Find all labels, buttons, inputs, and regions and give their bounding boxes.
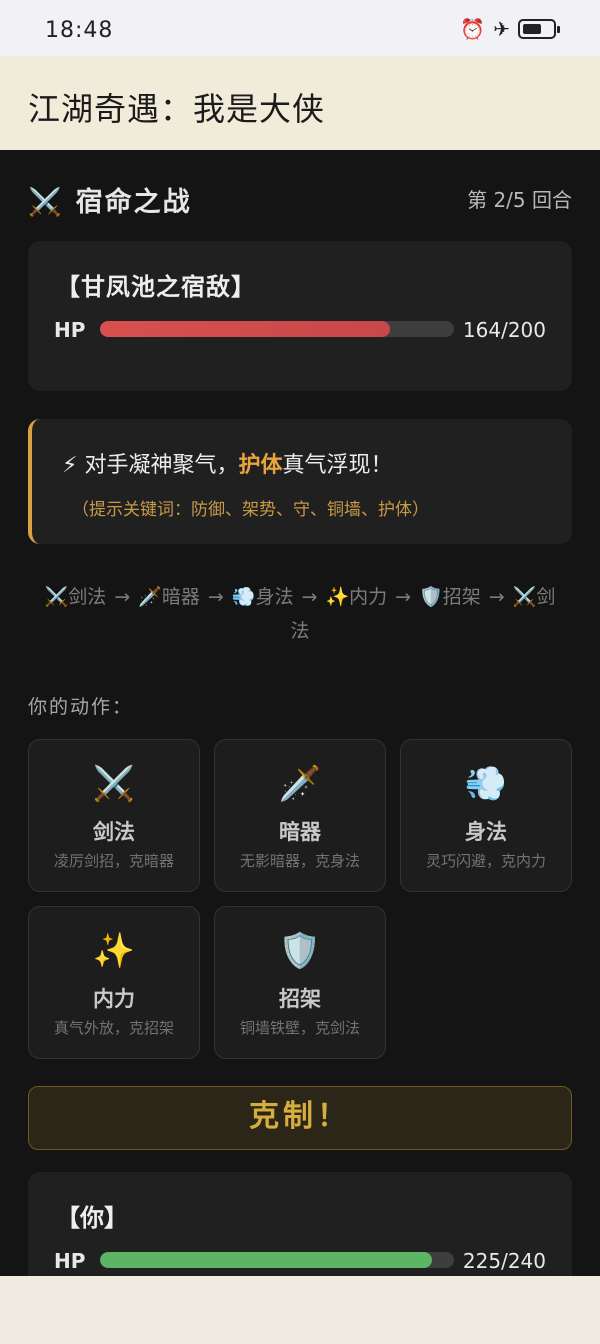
crossed-swords-icon: ⚔️ (512, 586, 537, 608)
chain-label: 身法 (255, 586, 294, 608)
move-desc: 真气外放，克招架 (53, 1019, 174, 1037)
enemy-hp-fill (100, 321, 391, 337)
arrow-right-icon: → (114, 586, 131, 608)
status-bar: 18:48 ⏰ ✈ (0, 0, 600, 56)
dash-icon: 💨 (464, 764, 508, 804)
enemy-hp-value: 164/200 (462, 318, 546, 342)
move-desc: 无影暗器，克身法 (239, 852, 360, 870)
move-name: 剑法 (93, 820, 135, 844)
move-button-hidden-weapon[interactable]: 🗡️ 暗器 无影暗器，克身法 (214, 739, 386, 892)
move-button-footwork[interactable]: 💨 身法 灵巧闪避，克内力 (400, 739, 572, 892)
player-hp-value: 225/240 (462, 1249, 546, 1273)
battle-title: ⚔️ 宿命之战 (28, 180, 192, 219)
hint-keyword: 护体 (238, 453, 283, 478)
player-hp-label: HP (54, 1249, 86, 1273)
player-card: 【你】 HP 225/240 (28, 1172, 572, 1276)
status-icons: ⏰ ✈ (460, 17, 560, 41)
shield-icon: 🛡️ (278, 931, 322, 971)
player-name: 【你】 (56, 1204, 128, 1232)
sparkles-icon: ✨ (325, 586, 350, 608)
arrow-right-icon: → (207, 586, 224, 608)
arrow-right-icon: → (301, 586, 318, 608)
counter-button[interactable]: 克制！ (28, 1086, 572, 1150)
move-desc: 灵巧闪避，克内力 (425, 852, 546, 870)
airplane-icon: ✈ (493, 17, 510, 41)
move-desc: 铜墙铁壁，克剑法 (239, 1019, 360, 1037)
battery-icon (518, 19, 560, 39)
hint-keywords: （提示关键词：防御、架势、守、铜墙、护体） (72, 500, 429, 520)
app-title: 江湖奇遇：我是大侠 (28, 90, 326, 128)
move-button-inner-power[interactable]: ✨ 内力 真气外放，克招架 (28, 906, 200, 1059)
hint-suffix: 真气浮现！ (282, 453, 393, 478)
crossed-swords-icon: ⚔️ (92, 764, 136, 804)
arrow-right-icon: → (488, 586, 505, 608)
chain-item: 💨身法 (232, 586, 294, 608)
bottom-bar (0, 1276, 600, 1344)
chain-item: ✨内力 (325, 586, 387, 608)
counter-chain: ⚔️剑法 → 🗡️暗器 → 💨身法 → ✨内力 → 🛡️招架 → ⚔️剑法 (40, 580, 560, 648)
round-counter: 第 2/5 回合 (467, 188, 572, 212)
hint-prefix: 对手凝神聚气， (84, 453, 239, 478)
status-time: 18:48 (45, 18, 114, 43)
dash-icon: 💨 (231, 586, 256, 608)
enemy-hp-bar (100, 321, 454, 337)
dagger-icon: 🗡️ (138, 586, 162, 608)
alarm-icon: ⏰ (460, 17, 486, 41)
chain-item: 🛡️招架 (419, 586, 481, 608)
chain-label: 剑法 (68, 586, 107, 608)
chain-label: 内力 (349, 586, 388, 608)
game-area: ⚔️ 宿命之战 第 2/5 回合 【甘凤池之宿敌】 HP 164/200 ⚡ 对手… (0, 150, 600, 1276)
enemy-hp-label: HP (54, 318, 86, 342)
move-desc: 凌厉剑招，克暗器 (53, 852, 174, 870)
chain-item: ⚔️剑法 (45, 586, 107, 608)
move-button-parry[interactable]: 🛡️ 招架 铜墙铁壁，克剑法 (214, 906, 386, 1059)
move-button-sword[interactable]: ⚔️ 剑法 凌厉剑招，克暗器 (28, 739, 200, 892)
lightning-icon: ⚡ (62, 453, 78, 478)
battle-header: ⚔️ 宿命之战 第 2/5 回合 (28, 180, 572, 219)
shield-icon: 🛡️ (419, 586, 443, 608)
player-hp-fill (100, 1252, 432, 1268)
chain-item: 🗡️暗器 (138, 586, 200, 608)
hint-card: ⚡ 对手凝神聚气，护体真气浮现！ （提示关键词：防御、架势、守、铜墙、护体） (28, 419, 572, 544)
player-hp-bar (100, 1252, 454, 1268)
actions-label: 你的动作： (28, 696, 134, 718)
chain-label: 暗器 (161, 586, 200, 608)
crossed-swords-icon: ⚔️ (44, 586, 69, 608)
battle-title-text: 宿命之战 (75, 187, 192, 218)
move-name: 内力 (93, 987, 135, 1011)
sparkles-icon: ✨ (92, 931, 136, 971)
move-name: 身法 (465, 820, 507, 844)
chain-label: 招架 (442, 586, 481, 608)
enemy-card: 【甘凤池之宿敌】 HP 164/200 (28, 241, 572, 391)
crossed-swords-icon: ⚔️ (28, 187, 64, 218)
hint-message: ⚡ 对手凝神聚气，护体真气浮现！ (62, 447, 393, 479)
arrow-right-icon: → (395, 586, 412, 608)
move-name: 招架 (279, 987, 321, 1011)
dagger-icon: 🗡️ (278, 764, 322, 804)
move-name: 暗器 (279, 820, 321, 844)
app-header: 江湖奇遇：我是大侠 (0, 56, 600, 150)
enemy-name: 【甘凤池之宿敌】 (56, 273, 256, 301)
